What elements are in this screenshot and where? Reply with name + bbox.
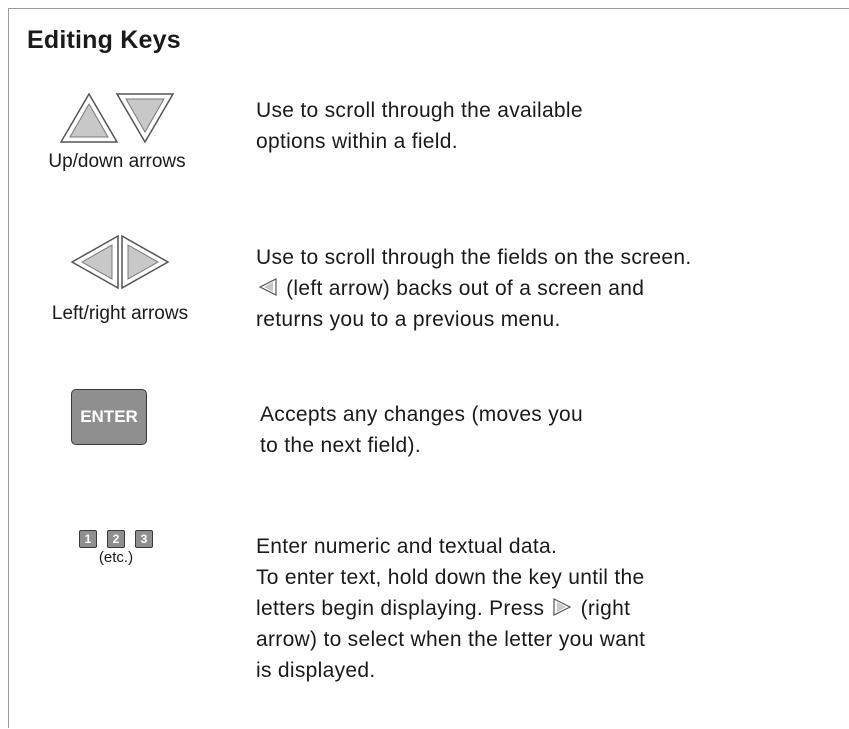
numeric-keys-caption: (etc.) [98,549,134,566]
description-text: (left arrow) backs out of a screen and [286,277,645,300]
up-down-arrows-icon [59,92,175,144]
key-2: 2 [107,530,125,548]
left-border [8,8,9,728]
description-line: options within a field. [256,130,458,153]
numeric-keys-description: Enter numeric and textual data. To enter… [256,531,645,686]
enter-key-icon: ENTER [71,389,147,445]
description-line: to the next field). [260,434,421,457]
up-down-arrows-caption: Up/down arrows [48,151,186,172]
up-down-arrows-block: Up/down arrows [22,90,212,173]
left-right-arrows-block: Left/right arrows [22,232,218,325]
description-line: Enter numeric and textual data. [256,535,558,558]
page-title: Editing Keys [27,26,181,54]
description-line: arrow) to select when the letter you wan… [256,628,646,651]
numeric-keys-icon: 1 2 3 [60,530,172,548]
key-3: 3 [135,530,153,548]
description-line: Use to scroll through the available [256,99,583,122]
left-arrow-icon [258,278,277,296]
description-text: letters begin displaying. Press [256,597,545,620]
description-text: (right [580,597,631,620]
enter-key-block: ENTER [71,389,147,445]
description-line: Use to scroll through the fields on the … [256,246,692,269]
left-right-arrows-icon [70,234,170,290]
description-line-with-icon: letters begin displaying. Press (right [256,593,645,624]
description-line-with-icon: (left arrow) backs out of a screen and [256,273,692,304]
left-right-arrows-caption: Left/right arrows [51,303,189,324]
description-line: returns you to a previous menu. [256,308,561,331]
enter-key-description: Accepts any changes (moves you to the ne… [260,399,583,461]
key-1: 1 [79,530,97,548]
right-arrow-icon [553,598,572,616]
left-right-arrows-description: Use to scroll through the fields on the … [256,242,692,335]
description-line: Accepts any changes (moves you [260,403,583,426]
description-line: is displayed. [256,659,376,682]
up-down-arrows-description: Use to scroll through the available opti… [256,95,583,157]
description-line: To enter text, hold down the key until t… [256,566,645,589]
top-border [8,8,849,9]
numeric-keys-block: 1 2 3 (etc.) [60,530,172,566]
